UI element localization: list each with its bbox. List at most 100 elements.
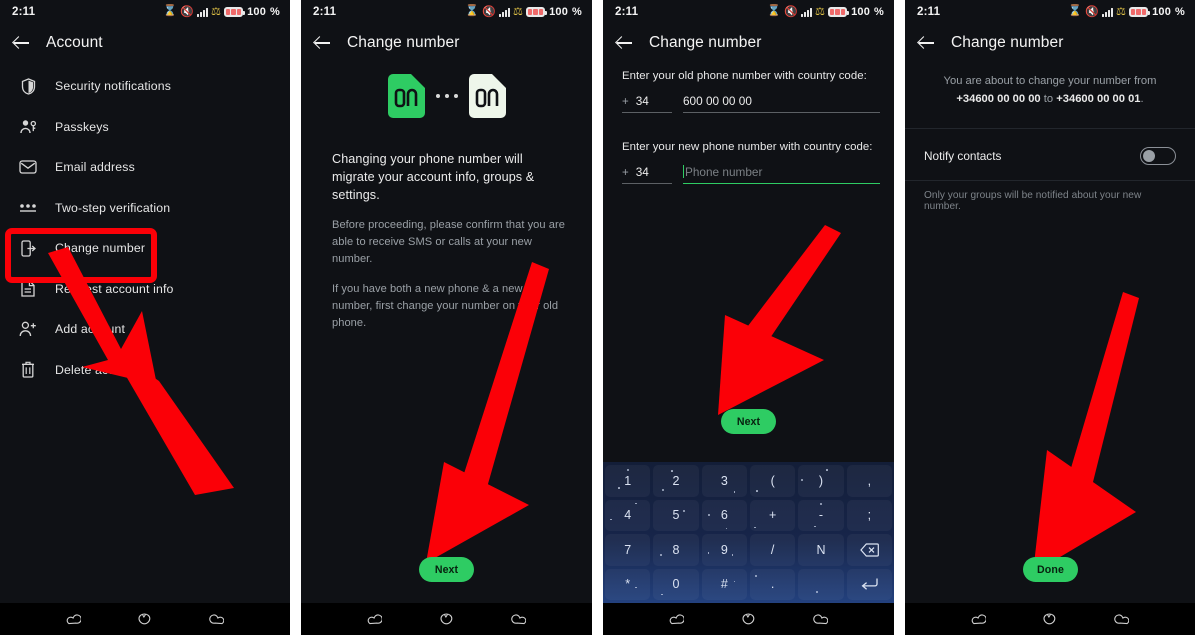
confirm-prefix: You are about to change your number from: [943, 75, 1157, 87]
sidebar-item-two-step-verification[interactable]: Two-step verification: [0, 188, 290, 229]
settings-list: Security notifications Passkeys Email ad…: [0, 66, 290, 390]
confirmation-text: You are about to change your number from…: [929, 72, 1171, 108]
mobile-data-icon: ⚖: [513, 5, 524, 18]
status-bar: 2:11 ⌛ 🔇 ⚖ 100 %: [905, 0, 1195, 24]
key-label: 0: [672, 577, 680, 592]
key-7[interactable]: 7: [605, 534, 651, 566]
hourglass-icon: ⌛: [465, 4, 480, 17]
key-8[interactable]: 8: [653, 534, 699, 566]
dots-underline-icon: [17, 197, 39, 219]
old-phone-number-input[interactable]: 600 00 00 00: [683, 94, 880, 113]
page-title: Change number: [649, 33, 762, 51]
back-arrow-icon[interactable]: [13, 34, 30, 51]
new-phone-number-placeholder: Phone number: [685, 165, 763, 179]
key-1[interactable]: 1: [605, 465, 651, 497]
key-n[interactable]: N: [798, 534, 844, 566]
intro-headline: Changing your phone number will migrate …: [332, 152, 535, 202]
key-slash[interactable]: /: [749, 534, 796, 566]
nav-back-icon[interactable]: [969, 610, 989, 628]
nav-recents-icon[interactable]: [810, 610, 830, 628]
mobile-data-icon: ⚖: [815, 5, 826, 18]
enter-icon[interactable]: [846, 568, 892, 600]
key-5[interactable]: 5: [653, 499, 699, 531]
nav-back-icon[interactable]: [365, 610, 385, 628]
sidebar-item-request-account-info[interactable]: Request account info: [0, 269, 290, 310]
sidebar-item-delete-account[interactable]: Delete account: [0, 350, 290, 391]
key-semicolon[interactable]: ;: [846, 499, 892, 531]
panel-gutter: [290, 0, 301, 635]
key-minus[interactable]: -: [798, 499, 844, 531]
sim-card-white-icon: [468, 74, 506, 118]
key-period[interactable]: .: [749, 568, 796, 600]
notify-contacts-row[interactable]: Notify contacts: [905, 140, 1195, 172]
sidebar-item-change-number[interactable]: Change number: [0, 228, 290, 269]
back-arrow-icon[interactable]: [616, 34, 633, 51]
key-plus[interactable]: +: [749, 499, 796, 531]
envelope-icon: [17, 156, 39, 178]
key-asterisk[interactable]: *: [605, 568, 651, 600]
next-button-label: Next: [736, 415, 761, 428]
backspace-icon[interactable]: [846, 534, 892, 566]
key-label: 5: [672, 508, 680, 523]
intro-copy: Changing your phone number will migrate …: [332, 150, 566, 332]
vibrate-off-icon: 🔇: [482, 5, 496, 18]
done-button[interactable]: Done: [1023, 557, 1078, 582]
key-label: 3: [720, 473, 728, 488]
status-time: 2:11: [313, 6, 337, 18]
notify-footnote: Only your groups will be notified about …: [924, 190, 1142, 212]
new-phone-number-input[interactable]: Phone number: [683, 165, 880, 184]
battery-percent-symbol: %: [1175, 6, 1185, 18]
next-button[interactable]: Next: [721, 409, 776, 434]
back-arrow-icon[interactable]: [314, 34, 331, 51]
nav-recents-icon[interactable]: [1111, 610, 1131, 628]
pointer-arrow: [1033, 292, 1139, 573]
key-label: 7: [624, 542, 632, 557]
key-comma[interactable]: ,: [846, 465, 892, 497]
old-country-code-field[interactable]: + 34: [622, 94, 672, 113]
nav-home-icon[interactable]: [135, 610, 155, 628]
vibrate-off-icon: 🔇: [1085, 5, 1099, 18]
nav-back-icon[interactable]: [667, 610, 687, 628]
key-open-paren[interactable]: (: [749, 465, 796, 497]
intro-body-1: Before proceeding, please confirm that y…: [332, 219, 565, 265]
sim-card-green-icon: [387, 74, 425, 118]
key-blank[interactable]: [798, 568, 844, 600]
key-9[interactable]: 9: [701, 534, 747, 566]
system-nav-bar: [0, 603, 290, 635]
confirm-old-number: +34600 00 00 00: [956, 93, 1041, 105]
nav-home-icon[interactable]: [738, 610, 758, 628]
sidebar-item-label: Request account info: [55, 281, 174, 296]
nav-recents-icon[interactable]: [508, 610, 528, 628]
key-3[interactable]: 3: [701, 465, 747, 497]
nav-home-icon[interactable]: [1040, 610, 1060, 628]
key-hash[interactable]: #: [701, 568, 747, 600]
sidebar-item-passkeys[interactable]: Passkeys: [0, 107, 290, 148]
system-nav-bar: [905, 603, 1195, 635]
new-country-code-field[interactable]: + 34: [622, 165, 672, 184]
sidebar-item-email-address[interactable]: Email address: [0, 147, 290, 188]
next-button[interactable]: Next: [419, 557, 474, 582]
panel-enter-numbers: 2:11 ⌛ 🔇 ⚖ 100 % Change number Enter you…: [603, 0, 894, 635]
battery-icon: [1129, 7, 1151, 17]
app-bar: Change number: [905, 24, 1195, 61]
add-person-icon: [17, 318, 39, 340]
divider: [905, 180, 1195, 181]
nav-home-icon[interactable]: [436, 610, 456, 628]
key-close-paren[interactable]: ): [798, 465, 844, 497]
sidebar-item-security-notifications[interactable]: Security notifications: [0, 66, 290, 107]
key-2[interactable]: 2: [653, 465, 699, 497]
battery-percent: 100: [1152, 6, 1172, 18]
key-label: 2: [672, 473, 680, 488]
back-arrow-icon[interactable]: [918, 34, 935, 51]
status-icons: ⌛ 🔇 ⚖ 100 %: [465, 5, 582, 19]
key-0[interactable]: 0: [653, 568, 699, 600]
nav-back-icon[interactable]: [64, 610, 84, 628]
nav-recents-icon[interactable]: [206, 610, 226, 628]
sidebar-item-label: Email address: [55, 160, 135, 175]
key-6[interactable]: 6: [701, 499, 747, 531]
key-4[interactable]: 4: [605, 499, 651, 531]
key-label: 8: [672, 542, 680, 557]
panel-gutter: [894, 0, 905, 635]
sidebar-item-add-account[interactable]: Add account: [0, 309, 290, 350]
notify-contacts-toggle[interactable]: [1140, 147, 1176, 165]
